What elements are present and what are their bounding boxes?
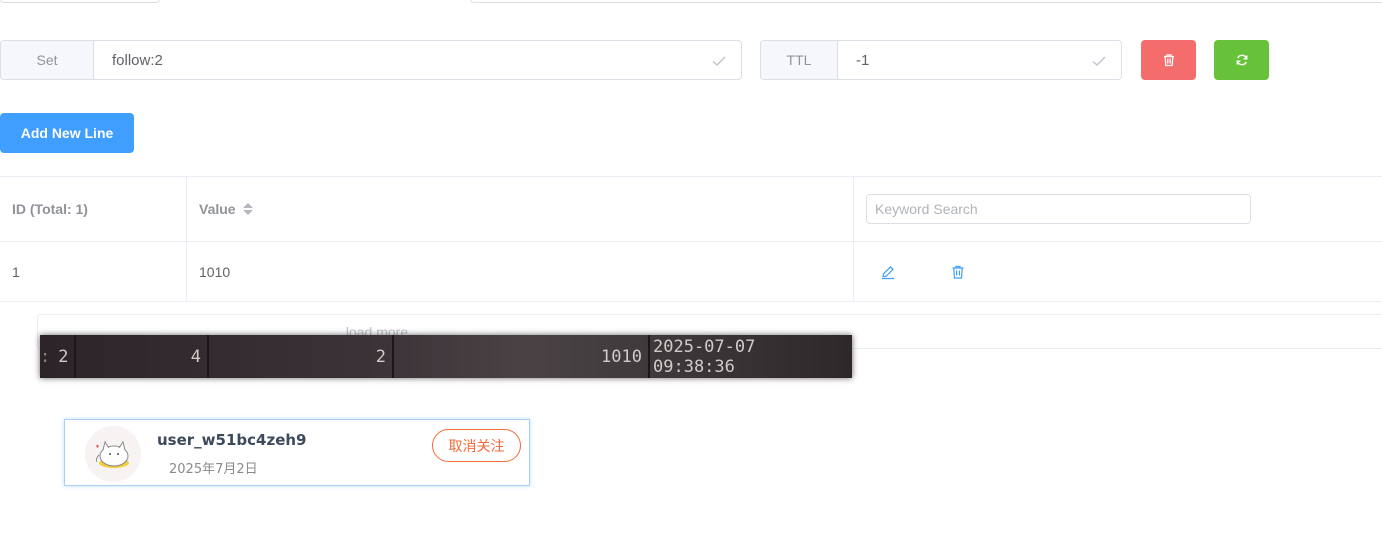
trash-icon [1163,54,1174,67]
ttl-label: TTL [761,41,838,79]
key-name-input[interactable]: follow:2 [94,41,741,79]
key-type-label: Set [1,41,94,79]
terminal-separator: : [40,346,51,367]
ttl-value: -1 [856,51,870,69]
terminal-output-row: :2 4 2 1010 2025-07-07 09:38:36 [40,335,852,378]
refresh-icon [1236,54,1247,66]
unfollow-button[interactable]: 取消关注 [432,429,521,462]
value-column-header[interactable]: Value [187,177,854,241]
terminal-cell: 4 [76,335,209,378]
keyword-search-input[interactable] [866,194,1251,224]
add-new-line-button[interactable]: Add New Line [0,113,134,153]
key-name-group: Set follow:2 [0,40,742,80]
terminal-cell: 2 [209,335,394,378]
delete-key-button[interactable] [1141,40,1196,80]
username[interactable]: user_w51bc4zeh9 [157,431,307,449]
cat-avatar-icon [85,426,141,482]
top-input-fragment [0,0,160,3]
row-actions-cell [854,242,1382,301]
table-header-row: ID (Total: 1) Value [0,176,1382,241]
id-column-header: ID (Total: 1) [0,177,187,241]
set-members-table: ID (Total: 1) Value 1 1010 [0,176,1382,302]
ttl-group: TTL -1 [760,40,1122,80]
terminal-cell: :2 [40,335,76,378]
sort-icon[interactable] [242,201,254,217]
key-name-value: follow:2 [112,51,163,69]
ttl-input[interactable]: -1 [838,41,1121,79]
check-icon[interactable] [711,53,727,69]
top-input-fragment-wide [470,0,1382,3]
avatar[interactable] [85,426,141,482]
refresh-key-button[interactable] [1214,40,1269,80]
row-id-cell: 1 [0,242,187,301]
row-value-cell: 1010 [187,242,854,301]
trash-icon[interactable] [950,264,966,280]
redis-key-detail-page: Set follow:2 TTL -1 Add New Line ID (Tot… [0,0,1382,538]
edit-icon[interactable] [880,264,896,280]
check-icon[interactable] [1091,53,1107,69]
terminal-timestamp-cell: 2025-07-07 09:38:36 [653,336,756,377]
table-row: 1 1010 [0,241,1382,302]
terminal-cell: 1010 [394,335,650,378]
search-column-header [854,177,1382,241]
value-header-label: Value [199,201,236,217]
follow-date: 2025年7月2日 [169,462,258,477]
follow-user-card: user_w51bc4zeh9 2025年7月2日 取消关注 [64,419,530,486]
